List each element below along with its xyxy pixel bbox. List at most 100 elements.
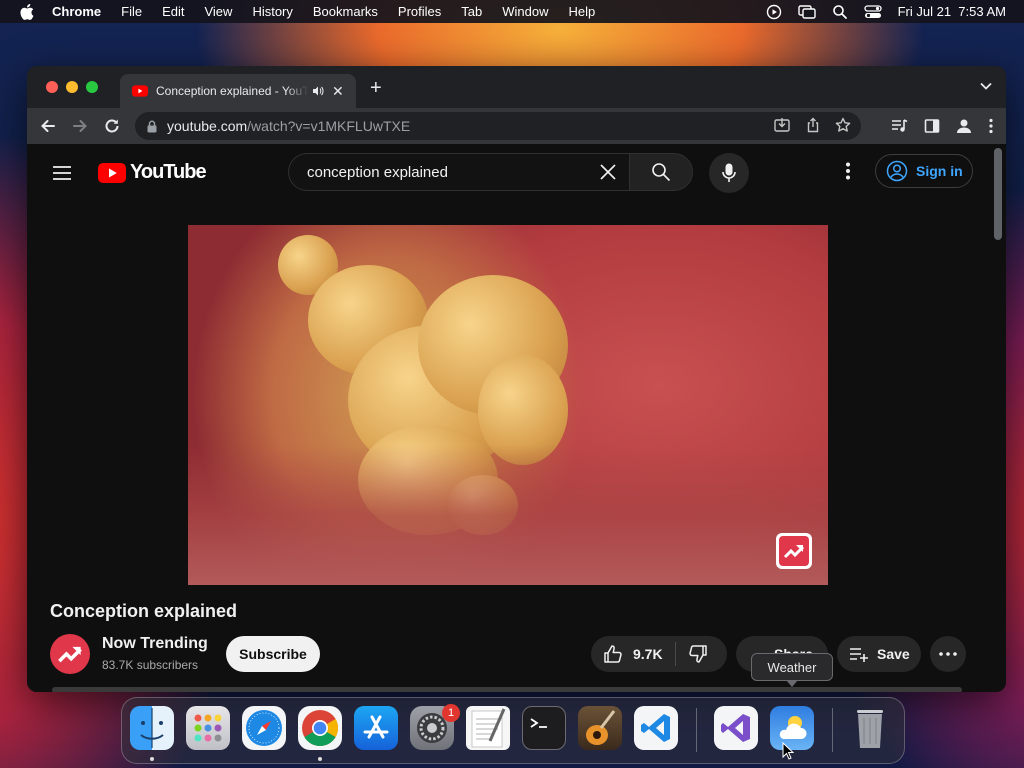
menu-bookmarks[interactable]: Bookmarks [313,4,378,19]
screen-mirroring-icon[interactable] [797,4,816,20]
subscriber-count: 83.7K subscribers [102,658,199,672]
search-button[interactable] [629,153,693,191]
search-input[interactable] [305,162,589,182]
add-to-playlist-icon [850,648,868,662]
control-center-icon[interactable] [863,4,882,20]
tab-search-chevron-icon[interactable] [980,82,992,90]
video-player[interactable] [188,225,828,585]
vscode-icon[interactable] [634,706,678,750]
search-icon [652,163,671,182]
menu-bar: Chrome File Edit View History Bookmarks … [0,0,1024,23]
description-box-edge [52,687,962,692]
launchpad-icon[interactable] [186,706,230,750]
visual-studio-icon[interactable] [714,706,758,750]
profile-icon[interactable] [955,117,973,135]
tab-close-icon[interactable]: ✕ [332,83,344,100]
channel-avatar[interactable] [50,634,90,674]
sign-in-button[interactable]: Sign in [875,154,973,188]
voice-search-button[interactable] [709,153,749,193]
forward-arrow-icon[interactable] [71,117,89,135]
menu-view[interactable]: View [204,4,232,19]
play-circle-icon[interactable] [766,4,782,20]
spotlight-search-icon[interactable] [832,4,848,20]
back-arrow-icon[interactable] [39,117,57,135]
like-count: 9.7K [633,646,663,662]
trending-arrow-icon [783,545,805,559]
search-box [288,153,629,191]
dock-separator [696,708,697,752]
youtube-logo[interactable]: YouTube [98,161,207,184]
app-store-icon[interactable] [354,706,398,750]
url-host: youtube.com [167,118,248,134]
menu-tab[interactable]: Tab [461,4,482,19]
channel-watermark[interactable] [776,533,812,569]
install-app-icon[interactable] [773,117,791,133]
browser-tab-active[interactable]: Conception explained - YouTube ✕ [120,74,356,108]
menubar-clock[interactable]: Fri Jul 21 7:53 AM [898,4,1006,19]
youtube-wordmark: YouTube [130,161,207,183]
window-zoom-button[interactable] [86,81,98,93]
browser-toolbar: youtube.com/watch?v=v1MKFLUwTXE [27,108,1006,144]
menu-profiles[interactable]: Profiles [398,4,441,19]
menu-window[interactable]: Window [502,4,548,19]
channel-name[interactable]: Now Trending [102,635,208,653]
subscribe-button[interactable]: Subscribe [226,636,320,672]
thumbs-down-icon[interactable] [688,644,708,664]
media-controls-icon[interactable] [891,118,909,134]
more-horizontal-icon [939,652,957,656]
garageband-icon[interactable] [578,706,622,750]
notification-badge: 1 [442,704,460,722]
clear-search-icon[interactable] [599,163,617,181]
video-title: Conception explained [50,601,238,621]
video-frame-floor [188,445,828,585]
save-button[interactable]: Save [837,636,921,672]
menu-help[interactable]: Help [569,4,596,19]
youtube-page: YouTube Sign in [27,144,1006,692]
dock-separator [832,708,833,752]
mouse-cursor-icon [782,742,794,760]
reload-icon[interactable] [103,117,121,135]
dock-tooltip: Weather [751,653,833,687]
finder-icon[interactable] [130,706,174,750]
chrome-window: Conception explained - YouTube ✕ + youtu… [27,66,1006,692]
menu-history[interactable]: History [252,4,292,19]
menu-edit[interactable]: Edit [162,4,184,19]
chrome-icon[interactable] [298,706,342,750]
thumbs-up-icon [604,645,622,663]
more-actions-button[interactable] [930,636,966,672]
youtube-settings-menu-icon[interactable] [845,162,851,180]
running-indicator [318,757,322,761]
new-tab-button[interactable]: + [370,78,382,98]
trending-arrow-icon [58,646,82,663]
account-circle-icon [886,160,908,182]
window-close-button[interactable] [46,81,58,93]
tab-title: Conception explained - YouTube [156,84,308,98]
trash-icon[interactable] [848,706,892,750]
page-scrollbar[interactable] [994,148,1002,240]
share-icon[interactable] [805,117,821,133]
address-bar[interactable]: youtube.com/watch?v=v1MKFLUwTXE [135,112,861,140]
tab-audio-icon[interactable] [312,85,324,97]
save-label: Save [877,646,910,662]
lock-icon[interactable] [147,120,157,133]
window-minimize-button[interactable] [66,81,78,93]
like-button[interactable]: 9.7K [591,636,675,672]
youtube-header: YouTube Sign in [27,144,1006,200]
safari-icon[interactable] [242,706,286,750]
sign-in-label: Sign in [916,163,963,179]
url-path: /watch?v=v1MKFLUwTXE [247,118,411,134]
hamburger-menu-icon[interactable] [52,165,72,181]
apple-icon[interactable] [18,3,36,20]
bookmark-star-icon[interactable] [835,117,851,133]
tab-strip: Conception explained - YouTube ✕ + [27,66,1006,108]
side-panel-icon[interactable] [924,118,940,134]
textedit-icon[interactable] [466,706,510,750]
like-dislike-group: 9.7K [591,636,727,672]
microphone-icon [722,163,736,182]
terminal-icon[interactable] [522,706,566,750]
menu-app-name[interactable]: Chrome [52,4,101,19]
youtube-play-logo-icon [98,162,126,183]
chrome-menu-icon[interactable] [988,118,994,134]
menu-file[interactable]: File [121,4,142,19]
youtube-favicon-icon [132,85,148,97]
